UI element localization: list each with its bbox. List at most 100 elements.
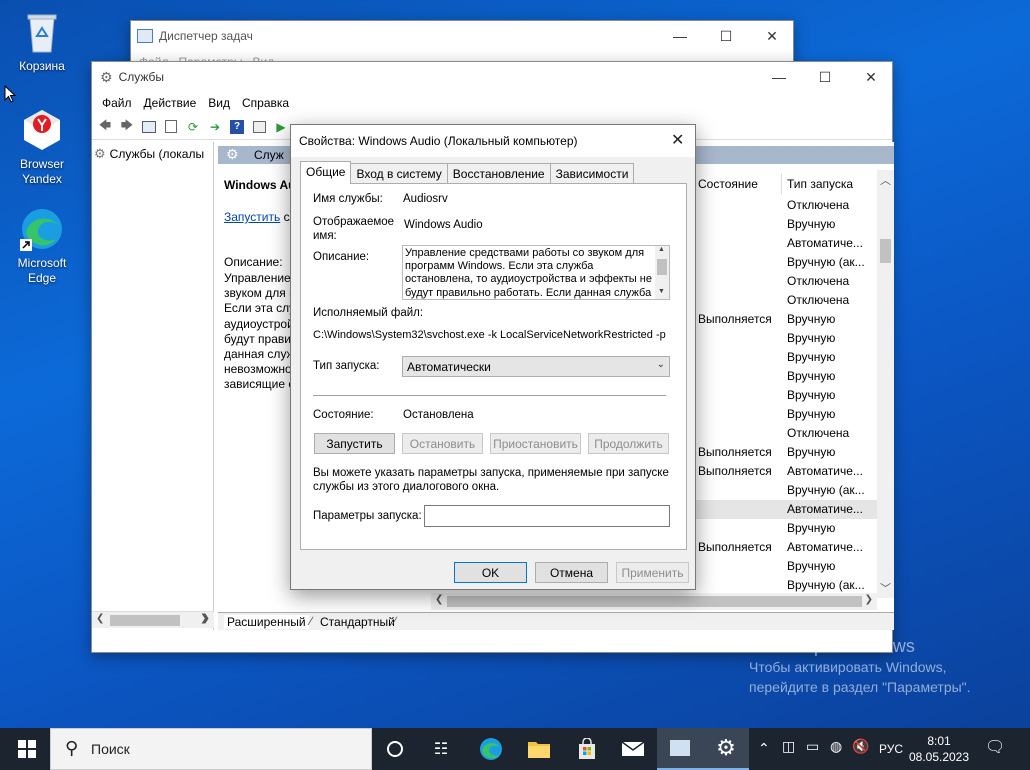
tab-logon[interactable]: Вход в систему — [350, 163, 448, 184]
start-type-cell[interactable]: Отключена — [787, 291, 865, 310]
column-header-state[interactable]: Состояние — [698, 177, 758, 191]
start-type-cell[interactable]: Вручную — [787, 519, 865, 538]
export-icon[interactable]: ➔ — [206, 118, 224, 136]
cortana-button[interactable] — [372, 728, 418, 770]
description-textbox[interactable]: Управление средствами работы со звуком д… — [402, 245, 670, 300]
pane-splitter-arrow-icon[interactable]: ❯ — [200, 613, 208, 624]
params-input[interactable] — [424, 505, 670, 527]
startup-type-select[interactable]: Автоматически ⌄ — [402, 356, 670, 377]
list-vscroll-thumb[interactable] — [880, 239, 891, 263]
back-arrow-icon[interactable]: 🡄 — [96, 118, 114, 136]
start-type-cell[interactable]: Вручную — [787, 215, 865, 234]
services-titlebar[interactable]: ⚙ Службы — ☐ ✕ — [92, 62, 892, 92]
resume-button[interactable]: Продолжить — [588, 433, 669, 454]
start-service-link[interactable]: Запустить сл — [224, 210, 297, 224]
desktop-icon-yandex[interactable]: Browser Yandex — [6, 106, 78, 187]
taskbar-edge[interactable] — [468, 728, 514, 770]
tray-network-icon[interactable]: ◫ — [782, 738, 795, 755]
services-maximize-button[interactable]: ☐ — [802, 62, 848, 92]
list-scroll-right-arrow-icon[interactable]: ❯ — [865, 594, 873, 605]
start-type-cell[interactable]: Вручную — [787, 310, 865, 329]
cancel-button[interactable]: Отмена — [535, 562, 608, 583]
tray-wifi-icon[interactable]: ◍ — [830, 738, 842, 755]
play-icon[interactable]: ▶ — [272, 118, 290, 136]
tray-volume-icon[interactable]: 🔇 — [852, 738, 869, 755]
task-manager-close-button[interactable]: ✕ — [749, 21, 795, 51]
start-type-cell[interactable]: Вручную — [787, 386, 865, 405]
list-hscroll-thumb[interactable] — [447, 596, 862, 607]
tree-hscroll-thumb[interactable] — [110, 615, 180, 626]
start-type-cell[interactable]: Вручную — [787, 557, 865, 576]
services-minimize-button[interactable]: — — [756, 62, 802, 92]
menu-file[interactable]: Файл — [96, 96, 138, 110]
services-close-button[interactable]: ✕ — [848, 62, 894, 92]
start-type-cell[interactable]: Вручную — [787, 367, 865, 386]
list-vscrollbar[interactable]: ︿ ﹀ — [877, 170, 894, 598]
taskbar-store[interactable] — [564, 728, 610, 770]
view-tab-standard[interactable]: Стандартный — [320, 615, 395, 629]
desc-scroll-down-icon[interactable]: ▼ — [658, 288, 665, 295]
view-tab-extended[interactable]: Расширенный — [224, 615, 309, 629]
taskbar-search[interactable]: ⚲ Поиск — [50, 728, 372, 770]
task-manager-minimize-button[interactable]: — — [657, 21, 703, 51]
taskbar-mail[interactable] — [610, 728, 656, 770]
dialog-titlebar[interactable]: Свойства: Windows Audio (Локальный компь… — [291, 125, 695, 157]
view-icon[interactable] — [250, 118, 268, 136]
tree-hscrollbar[interactable]: ❮ ❯ — [92, 611, 214, 628]
desktop-icon-recycle-bin[interactable]: Корзина — [6, 8, 78, 74]
properties-dialog[interactable]: Свойства: Windows Audio (Локальный компь… — [290, 124, 696, 590]
stop-button[interactable]: Остановить — [402, 433, 483, 454]
start-type-cell[interactable]: Автоматиче... — [787, 538, 865, 557]
tray-language[interactable]: РУС — [879, 742, 903, 756]
start-type-cell[interactable]: Вручную (ак... — [787, 481, 865, 500]
dialog-close-button[interactable]: ✕ — [671, 130, 684, 150]
taskbar-services[interactable]: ⚙ — [703, 728, 749, 770]
refresh-icon[interactable]: ⟳ — [184, 118, 202, 136]
tray-clock[interactable]: 8:01 08.05.2023 — [908, 733, 970, 765]
start-type-cell[interactable]: Вручную (ак... — [787, 253, 865, 272]
apply-button[interactable]: Применить — [616, 562, 689, 583]
task-manager-titlebar[interactable]: Диспетчер задач — ☐ ✕ — [131, 21, 793, 51]
column-divider[interactable] — [781, 174, 782, 194]
desc-scroll-up-icon[interactable]: ▲ — [658, 246, 665, 253]
taskbar-task-manager[interactable] — [657, 728, 703, 770]
menu-view[interactable]: Вид — [202, 96, 236, 110]
scroll-left-arrow-icon[interactable]: ❮ — [96, 613, 104, 624]
scroll-down-arrow-icon[interactable]: ﹀ — [880, 580, 891, 596]
console-tree-icon[interactable] — [140, 118, 158, 136]
start-type-cell[interactable]: Отключена — [787, 196, 865, 215]
start-button[interactable]: Запустить — [314, 433, 395, 454]
start-type-cell[interactable]: Вручную — [787, 405, 865, 424]
tray-chevron-up-icon[interactable]: ⌃ — [758, 740, 770, 757]
tray-battery-icon[interactable]: ▭ — [806, 738, 819, 755]
tab-recovery[interactable]: Восстановление — [446, 163, 551, 184]
column-header-start-type[interactable]: Тип запуска — [787, 177, 853, 191]
tree-item-services-local[interactable]: ⚙ Службы (локалы — [94, 146, 204, 162]
taskbar-explorer[interactable] — [516, 728, 562, 770]
pause-button[interactable]: Приостановить — [490, 433, 581, 454]
start-type-cell[interactable]: Автоматиче... — [787, 234, 865, 253]
start-type-cell[interactable]: Автоматиче... — [787, 500, 865, 519]
start-type-cell[interactable]: Вручную — [787, 443, 865, 462]
start-type-cell[interactable]: Автоматиче... — [787, 462, 865, 481]
desc-scroll-thumb[interactable] — [657, 259, 667, 275]
properties-icon[interactable] — [162, 118, 180, 136]
task-view-button[interactable]: ☷ — [418, 728, 464, 770]
menu-action[interactable]: Действие — [138, 96, 203, 110]
start-button[interactable] — [4, 728, 50, 770]
scroll-up-arrow-icon[interactable]: ︿ — [880, 172, 891, 188]
forward-arrow-icon[interactable]: 🡆 — [118, 118, 136, 136]
start-type-cell[interactable]: Вручную — [787, 329, 865, 348]
start-type-cell[interactable]: Отключена — [787, 272, 865, 291]
start-link-text[interactable]: Запустить — [224, 210, 280, 224]
desktop-icon-edge[interactable]: Microsoft Edge — [6, 205, 78, 286]
tab-dependencies[interactable]: Зависимости — [549, 163, 635, 184]
menu-help[interactable]: Справка — [236, 96, 295, 110]
tray-notifications-icon[interactable]: 🗨 — [985, 737, 1005, 757]
start-type-cell[interactable]: Вручную — [787, 348, 865, 367]
tab-general[interactable]: Общие — [300, 161, 352, 184]
ok-button[interactable]: OK — [454, 562, 527, 583]
help-icon[interactable]: ? — [228, 118, 246, 136]
start-type-cell[interactable]: Отключена — [787, 424, 865, 443]
list-scroll-left-arrow-icon[interactable]: ❮ — [435, 594, 443, 605]
